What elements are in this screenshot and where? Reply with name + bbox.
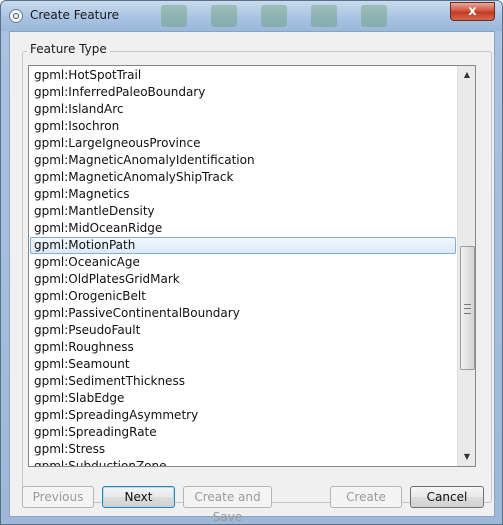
list-item[interactable]: gpml:MagneticAnomalyShipTrack xyxy=(30,169,456,186)
background-taskbar-icons xyxy=(161,5,411,30)
list-item[interactable]: gpml:Seamount xyxy=(30,356,456,373)
feature-type-list[interactable]: gpml:HotSpotTrail gpml:InferredPaleoBound… xyxy=(28,65,476,467)
scrollbar-thumb[interactable] xyxy=(460,246,475,370)
list-item[interactable]: gpml:Roughness xyxy=(30,339,456,356)
list-item[interactable]: gpml:Stress xyxy=(30,441,456,458)
title-bar[interactable]: Create Feature x xyxy=(1,1,502,31)
list-item[interactable]: gpml:SedimentThickness xyxy=(30,373,456,390)
list-item[interactable]: gpml:Isochron xyxy=(30,118,456,135)
window-title: Create Feature xyxy=(30,8,120,22)
cancel-button[interactable]: Cancel xyxy=(410,486,484,508)
list-item[interactable]: gpml:OceanicAge xyxy=(30,254,456,271)
list-item[interactable]: gpml:Magnetics xyxy=(30,186,456,203)
scroll-down-icon[interactable]: ▼ xyxy=(460,449,474,465)
list-item[interactable]: gpml:HotSpotTrail xyxy=(30,67,456,84)
list-item[interactable]: gpml:PseudoFault xyxy=(30,322,456,339)
previous-button[interactable]: Previous xyxy=(22,486,94,508)
list-item[interactable]: gpml:MidOceanRidge xyxy=(30,220,456,237)
vertical-scrollbar[interactable]: ▲ ▼ xyxy=(457,66,475,466)
list-item[interactable]: gpml:IslandArc xyxy=(30,101,456,118)
list-item[interactable]: gpml:MagneticAnomalyIdentification xyxy=(30,152,456,169)
list-item[interactable]: gpml:OrogenicBelt xyxy=(30,288,456,305)
close-button[interactable]: x xyxy=(450,2,495,21)
feature-type-label: Feature Type xyxy=(27,42,110,56)
list-item[interactable]: gpml:SpreadingRate xyxy=(30,424,456,441)
create-and-save-button[interactable]: Create and Save xyxy=(183,486,272,524)
list-item[interactable]: gpml:InferredPaleoBoundary xyxy=(30,84,456,101)
grip-icon xyxy=(464,304,471,314)
list-item[interactable]: gpml:SpreadingAsymmetry xyxy=(30,407,456,424)
list-item[interactable]: gpml:SlabEdge xyxy=(30,390,456,407)
list-item[interactable]: gpml:MantleDensity xyxy=(30,203,456,220)
next-button[interactable]: Next xyxy=(102,486,175,508)
list-item[interactable]: gpml:OldPlatesGridMark xyxy=(30,271,456,288)
list-item[interactable]: gpml:LargeIgneousProvince xyxy=(30,135,456,152)
list-item[interactable]: gpml:PassiveContinentalBoundary xyxy=(30,305,456,322)
app-icon xyxy=(9,9,23,23)
list-item[interactable]: gpml:MotionPath xyxy=(30,237,456,254)
create-button[interactable]: Create xyxy=(330,486,402,508)
create-feature-dialog: Create Feature x Feature Type Previous N… xyxy=(0,0,503,525)
list-item[interactable]: gpml:SubductionZone xyxy=(30,458,456,466)
scroll-up-icon[interactable]: ▲ xyxy=(460,67,474,83)
